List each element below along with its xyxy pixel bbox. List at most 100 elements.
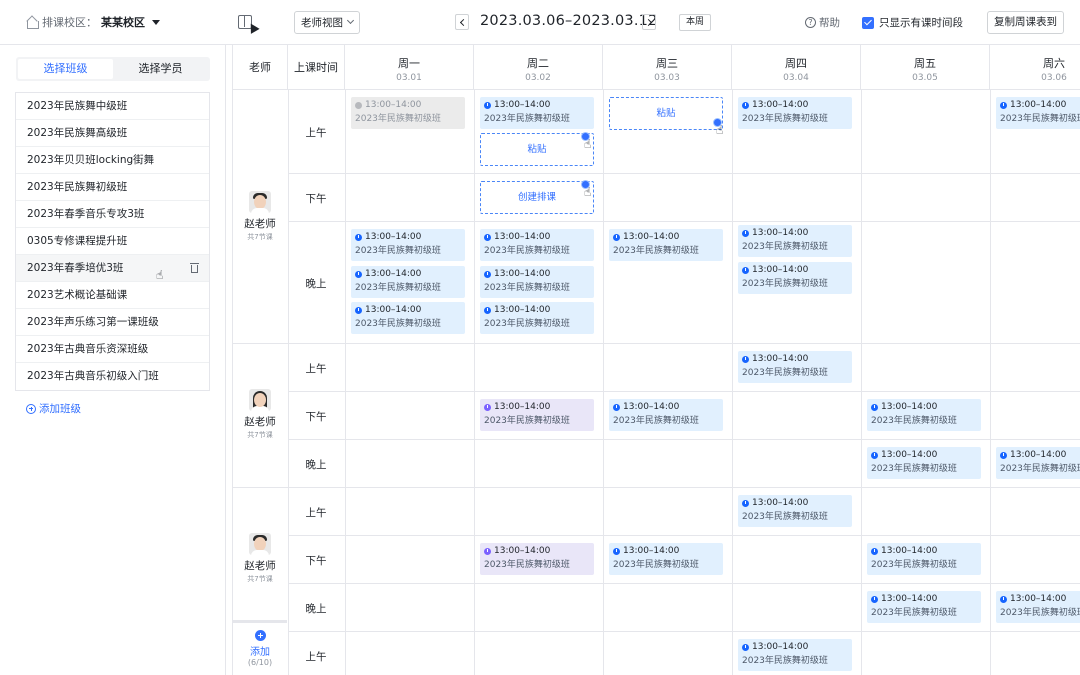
lesson-card[interactable]: 13:00–14:00 2023年民族舞初级班 <box>480 302 594 334</box>
clock-icon <box>355 233 362 241</box>
day-name: 周四 <box>785 57 807 70</box>
campus-value[interactable]: 某某校区 <box>101 14 145 30</box>
clock-icon <box>355 270 362 278</box>
lesson-card[interactable]: 13:00–14:00 2023年民族舞初级班 <box>738 495 852 527</box>
avatar <box>249 533 271 555</box>
class-item-hovered[interactable]: 2023年春季培优3班 <box>16 255 209 289</box>
lesson-card[interactable]: 13:00–14:00 2023年民族舞初级班 <box>480 97 594 129</box>
class-item[interactable]: 2023年民族舞初级班 <box>16 174 209 201</box>
hand-cursor-icon <box>716 123 728 137</box>
lesson-time: 13:00–14:00 <box>881 594 938 604</box>
lesson-time: 13:00–14:00 <box>752 642 809 652</box>
lesson-card[interactable]: 13:00–14:00 2023年民族舞初级班 <box>351 229 465 261</box>
lesson-card[interactable]: 13:00–14:00 2023年民族舞初级班 <box>609 399 723 431</box>
lesson-time: 13:00–14:00 <box>494 269 551 279</box>
lesson-card[interactable]: 13:00–14:00 2023年民族舞初级班 <box>609 229 723 261</box>
lesson-card[interactable]: 13:00–14:00 2023年民族舞初级班 <box>996 97 1080 129</box>
clock-icon <box>613 403 620 411</box>
lesson-class: 2023年民族舞初级班 <box>1000 464 1080 474</box>
lesson-time: 13:00–14:00 <box>752 265 809 275</box>
campus-selector[interactable]: 排课校区： 某某校区 <box>26 14 160 30</box>
lesson-time: 13:00–14:00 <box>494 402 551 412</box>
class-item[interactable]: 2023年春季音乐专攻3班 <box>16 201 209 228</box>
lesson-card[interactable]: 13:00–14:00 2023年民族舞初级班 <box>351 266 465 298</box>
lesson-card[interactable]: 13:00–14:00 2023年民族舞初级班 <box>738 639 852 671</box>
lesson-card[interactable]: 13:00–14:00 2023年民族舞初级班 <box>738 97 852 129</box>
lesson-class: 2023年民族舞初级班 <box>613 246 699 256</box>
grid-line <box>603 90 604 675</box>
tab-select-class[interactable]: 选择班级 <box>18 59 113 79</box>
lesson-time: 13:00–14:00 <box>1010 100 1067 110</box>
class-item[interactable]: 2023艺术概论基础课 <box>16 282 209 309</box>
tab-select-student[interactable]: 选择学员 <box>113 59 208 79</box>
teacher-lesson-count: 共7节课 <box>247 431 273 439</box>
slot-label: 晚上 <box>305 459 327 471</box>
lesson-time: 13:00–14:00 <box>1010 450 1067 460</box>
lesson-card[interactable]: 13:00–14:00 2023年民族舞初级班 <box>867 543 981 575</box>
home-icon <box>26 16 39 29</box>
lesson-card[interactable]: 13:00–14:00 2023年民族舞初级班 <box>738 351 852 383</box>
prev-week-button[interactable] <box>455 14 469 30</box>
lesson-card[interactable]: 13:00–14:00 2023年民族舞初级班 <box>738 262 852 294</box>
lesson-time: 13:00–14:00 <box>752 228 809 238</box>
view-select[interactable]: 老师视图 <box>294 11 360 34</box>
paste-slot[interactable]: 粘贴 <box>609 97 723 130</box>
class-item[interactable]: 2023年民族舞高级班 <box>16 120 209 147</box>
class-item[interactable]: 0305专修课程提升班 <box>16 228 209 255</box>
lesson-card-completed[interactable]: 13:00–14:00 2023年民族舞初级班 <box>351 97 465 129</box>
grid-line <box>861 90 862 675</box>
only-show-checkbox[interactable] <box>862 16 874 29</box>
lesson-card[interactable]: 13:00–14:00 2023年民族舞初级班 <box>738 225 852 257</box>
lesson-time: 13:00–14:00 <box>365 305 422 315</box>
teacher-name: 赵老师 <box>244 218 276 230</box>
lesson-time: 13:00–14:00 <box>752 354 809 364</box>
lesson-card[interactable]: 13:00–14:00 2023年民族舞初级班 <box>609 543 723 575</box>
only-show-toggle[interactable]: 只显示有课时间段 <box>862 15 963 30</box>
teacher-cell[interactable]: 赵老师 共7节课 <box>233 533 287 584</box>
clock-icon <box>484 403 491 411</box>
lesson-class: 2023年民族舞初级班 <box>742 656 828 666</box>
avatar <box>249 191 271 213</box>
lesson-card[interactable]: 13:00–14:00 2023年民族舞初级班 <box>480 229 594 261</box>
header-teacher: 老师 <box>233 45 288 90</box>
next-week-button[interactable] <box>642 14 656 30</box>
caret-down-icon[interactable] <box>152 19 160 25</box>
add-class-button[interactable]: 添加班级 <box>26 401 81 416</box>
slot-label: 上午 <box>305 363 327 375</box>
paste-slot[interactable]: 粘贴 <box>480 133 594 166</box>
class-item[interactable]: 2023年贝贝班locking街舞 <box>16 147 209 174</box>
teacher-cell[interactable]: 赵老师 共7节课 <box>233 389 287 440</box>
date-range: 2023.03.06–2023.03.12 <box>480 13 658 29</box>
class-item[interactable]: 2023年民族舞中级班 <box>16 93 209 120</box>
lesson-card[interactable]: 13:00–14:00 2023年民族舞初级班 <box>867 591 981 623</box>
lesson-card[interactable]: 13:00–14:00 2023年民族舞初级班 <box>351 302 465 334</box>
class-item[interactable]: 2023年古典音乐资深班级 <box>16 336 209 363</box>
lesson-card[interactable]: 13:00–14:00 2023年民族舞初级班 <box>996 591 1080 623</box>
day-date: 03.01 <box>396 73 422 83</box>
this-week-button[interactable]: 本周 <box>679 14 711 31</box>
class-list: 2023年民族舞中级班 2023年民族舞高级班 2023年贝贝班locking街… <box>15 92 210 391</box>
lesson-card[interactable]: 13:00–14:00 2023年民族舞初级班 <box>480 543 594 575</box>
grid-line <box>288 535 1080 536</box>
lesson-card[interactable]: 13:00–14:00 2023年民族舞初级班 <box>480 399 594 431</box>
grid-line <box>233 487 1080 488</box>
lesson-card[interactable]: 13:00–14:00 2023年民族舞初级班 <box>867 399 981 431</box>
class-item[interactable]: 2023年古典音乐初级入门班 <box>16 363 209 390</box>
lesson-card[interactable]: 13:00–14:00 2023年民族舞初级班 <box>996 447 1080 479</box>
lesson-class: 2023年民族舞初级班 <box>484 246 570 256</box>
create-lesson-slot[interactable]: 创建排课 <box>480 181 594 214</box>
add-teacher-button[interactable]: 添加 (6/10) <box>233 630 287 667</box>
grid-line <box>288 583 1080 584</box>
lesson-class: 2023年民族舞初级班 <box>871 608 957 618</box>
help-button[interactable]: ? 帮助 <box>805 15 840 30</box>
teacher-cell[interactable]: 赵老师 共7节课 <box>233 191 287 242</box>
lesson-card[interactable]: 13:00–14:00 2023年民族舞初级班 <box>480 266 594 298</box>
lesson-card[interactable]: 13:00–14:00 2023年民族舞初级班 <box>867 447 981 479</box>
lesson-time: 13:00–14:00 <box>623 232 680 242</box>
slot-label: 下午 <box>305 193 327 205</box>
class-item[interactable]: 2023年声乐练习第一课班级 <box>16 309 209 336</box>
trash-icon[interactable] <box>190 263 199 273</box>
copy-week-button[interactable]: 复制周课表到 <box>987 11 1064 34</box>
clock-icon <box>871 595 878 603</box>
slot-label: 晚上 <box>305 278 327 290</box>
